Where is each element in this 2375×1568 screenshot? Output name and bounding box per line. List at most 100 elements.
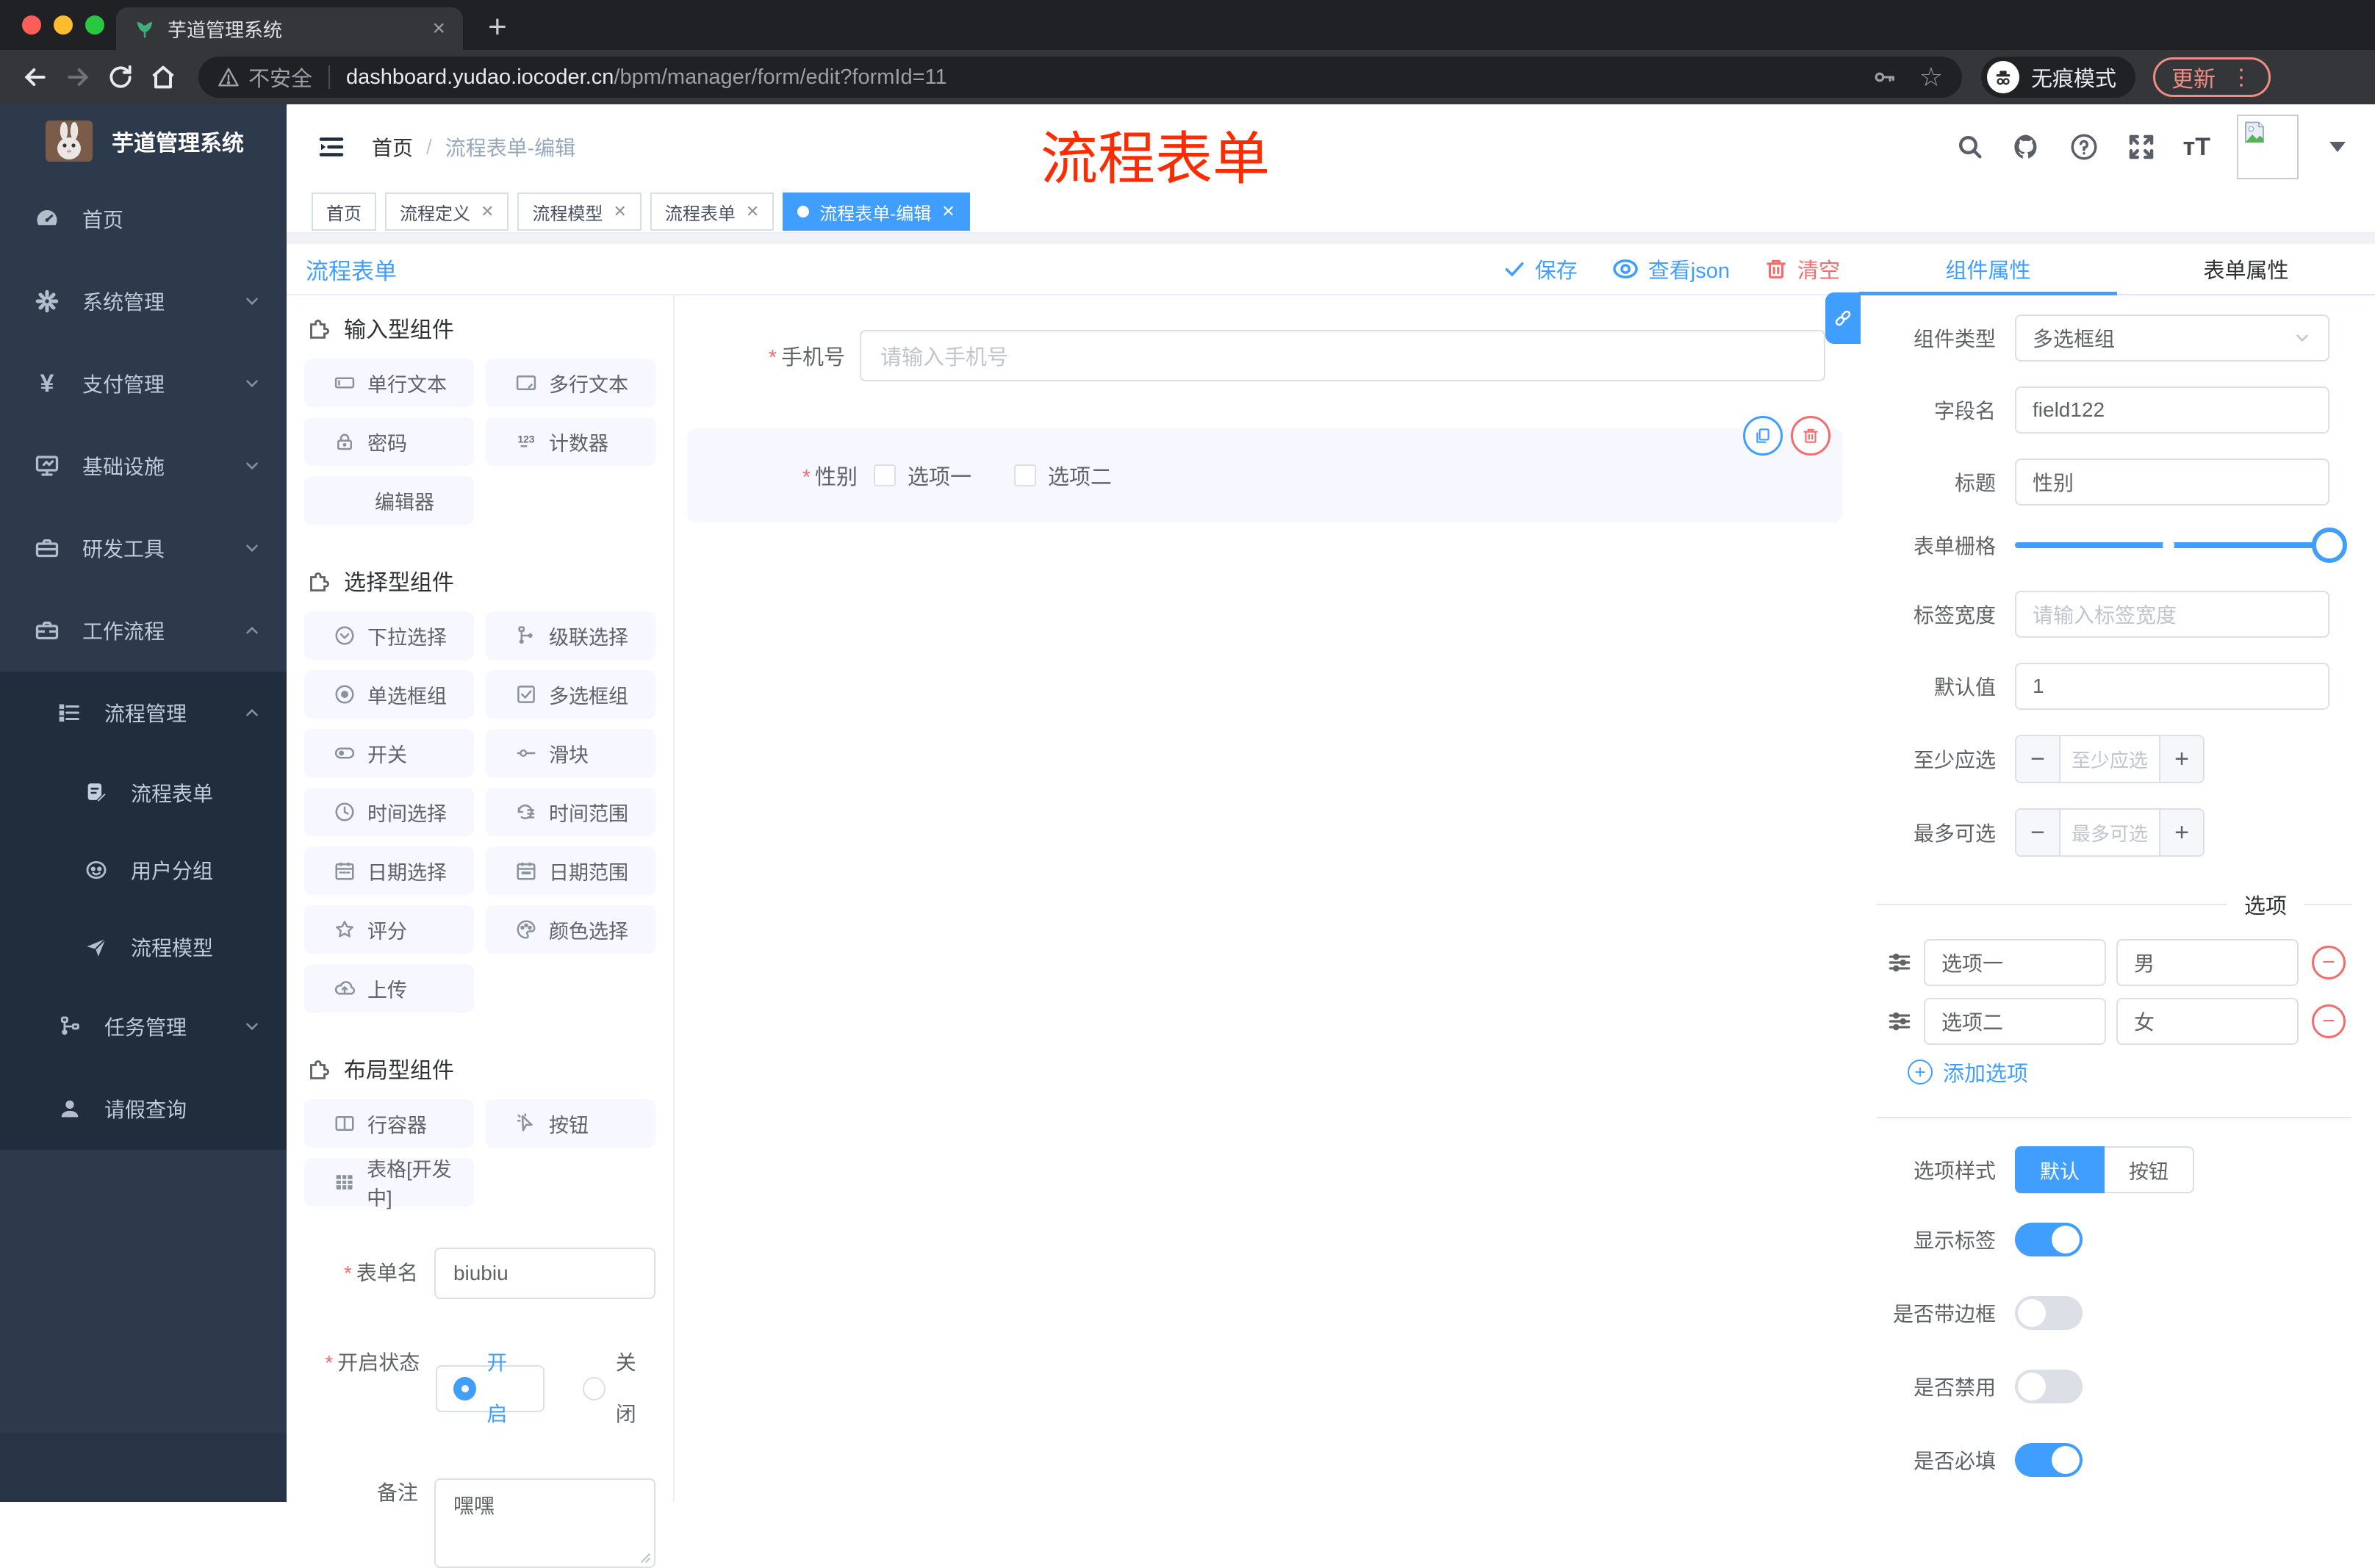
border-toggle[interactable] [2015, 1296, 2083, 1330]
component-switch[interactable]: 开关 [304, 729, 474, 777]
tag-process-model[interactable]: 流程模型 ✕ [517, 193, 642, 231]
form-name-input[interactable]: biubiu [434, 1248, 655, 1299]
sidebar-item-home[interactable]: 首页 [0, 178, 287, 260]
label-width-input[interactable]: 请输入标签宽度 [2015, 591, 2329, 638]
close-icon[interactable]: ✕ [613, 202, 626, 221]
field-name-input[interactable]: field122 [2015, 386, 2329, 434]
tag-process-definition[interactable]: 流程定义 ✕ [385, 193, 509, 231]
key-icon[interactable] [1872, 65, 1897, 90]
max-select-value[interactable]: 最多可选 [2060, 810, 2159, 855]
home-icon[interactable] [147, 61, 179, 93]
component-counter[interactable]: 123 计数器 [486, 417, 655, 466]
sidebar-item-task-mgmt[interactable]: 任务管理 [0, 985, 287, 1068]
bookmark-star-icon[interactable]: ☆ [1919, 64, 1943, 90]
component-upload[interactable]: 上传 [304, 964, 474, 1013]
component-time-picker[interactable]: 时间选择 [304, 788, 474, 836]
address-bar[interactable]: 不安全 dashboard.yudao.iocoder.cn/bpm/manag… [198, 57, 1962, 98]
sidebar-item-workflow[interactable]: 工作流程 [0, 589, 287, 672]
status-radio-off[interactable]: 关闭 [582, 1337, 655, 1440]
title-input[interactable]: 性别 [2015, 458, 2329, 506]
default-value-input[interactable]: 1 [2015, 663, 2329, 710]
drag-handle-icon[interactable] [1886, 949, 1914, 977]
github-icon[interactable] [2011, 132, 2042, 162]
copy-component-button[interactable] [1743, 416, 1783, 456]
form-remark-textarea[interactable]: 嘿嘿 [434, 1478, 655, 1568]
window-controls[interactable] [22, 15, 104, 35]
clear-button[interactable]: 清空 [1764, 253, 1840, 284]
component-radio-group[interactable]: 单选框组 [304, 670, 474, 719]
close-window-button[interactable] [22, 15, 41, 35]
sidebar-item-devtools[interactable]: 研发工具 [0, 507, 287, 589]
slider-handle[interactable] [2312, 528, 2347, 563]
sidebar-item-system[interactable]: 系统管理 [0, 260, 287, 342]
component-slider[interactable]: 滑块 [486, 729, 655, 777]
minimize-window-button[interactable] [54, 15, 73, 35]
sidebar-item-infra[interactable]: 基础设施 [0, 425, 287, 507]
resize-grip-icon[interactable] [638, 1550, 651, 1564]
reload-icon[interactable] [104, 61, 137, 93]
delete-component-button[interactable] [1791, 416, 1830, 456]
field-gender-selected[interactable]: * 性别 选项一 选项二 [687, 416, 1842, 522]
component-date-range[interactable]: 日期范围 [486, 846, 655, 895]
decrease-button[interactable]: − [2016, 810, 2060, 855]
sidebar-item-leave-query[interactable]: 请假查询 [0, 1068, 287, 1150]
browser-update-button[interactable]: 更新 ⋮ [2153, 57, 2271, 97]
remove-option-button[interactable]: − [2312, 1004, 2346, 1038]
component-button[interactable]: 按钮 [486, 1099, 655, 1148]
drag-handle-icon[interactable] [1886, 1007, 1914, 1035]
form-grid-slider[interactable] [2015, 528, 2347, 563]
remove-option-button[interactable]: − [2312, 946, 2346, 979]
component-password[interactable]: 密码 [304, 417, 474, 466]
search-icon[interactable] [1955, 132, 1985, 162]
checkbox[interactable] [874, 464, 896, 486]
save-button[interactable]: 保存 [1503, 253, 1578, 284]
add-option-button[interactable]: + 添加选项 [1908, 1057, 2351, 1087]
browser-tab[interactable]: 芋道管理系统 × [116, 7, 463, 50]
tab-form-props[interactable]: 表单属性 [2117, 244, 2375, 294]
field-phone[interactable]: * 手机号 请输入手机号 [675, 330, 1859, 381]
sidebar-item-payment[interactable]: ¥ 支付管理 [0, 342, 287, 425]
font-size-icon[interactable]: ᴛT [2183, 133, 2210, 162]
close-icon[interactable]: ✕ [941, 202, 955, 221]
option-value-input[interactable]: 女 [2116, 998, 2299, 1045]
min-select-stepper[interactable]: − 至少应选 + [2015, 735, 2205, 783]
component-rate[interactable]: 评分 [304, 905, 474, 954]
max-select-stepper[interactable]: − 最多可选 + [2015, 808, 2205, 857]
breadcrumb-home[interactable]: 首页 [372, 132, 413, 162]
close-tab-icon[interactable]: × [432, 16, 445, 41]
sidebar-item-user-group[interactable]: 用户分组 [0, 831, 287, 908]
style-default-button[interactable]: 默认 [2015, 1146, 2105, 1193]
style-button-button[interactable]: 按钮 [2105, 1146, 2194, 1193]
disabled-toggle[interactable] [2015, 1370, 2083, 1403]
browser-menu-icon[interactable]: ⋮ [2230, 65, 2252, 90]
show-label-toggle[interactable] [2015, 1223, 2083, 1256]
component-checkbox-group[interactable]: 多选框组 [486, 670, 655, 719]
increase-button[interactable]: + [2159, 736, 2203, 782]
increase-button[interactable]: + [2159, 810, 2203, 855]
component-type-select[interactable]: 多选框组 [2015, 314, 2329, 362]
component-editor[interactable]: 编辑器 [304, 476, 474, 525]
phone-input[interactable]: 请输入手机号 [860, 330, 1825, 381]
view-json-button[interactable]: 查看json [1612, 253, 1730, 284]
checkbox[interactable] [1014, 464, 1037, 486]
component-table-dev[interactable]: 表格[开发中] [304, 1158, 474, 1209]
option-label-input[interactable]: 选项一 [1924, 939, 2106, 986]
tag-process-form[interactable]: 流程表单 ✕ [650, 193, 775, 231]
sidebar-item-process-model[interactable]: 流程模型 [0, 908, 287, 985]
sidebar-collapse-icon[interactable] [316, 132, 347, 162]
forward-icon[interactable] [62, 61, 94, 93]
link-drag-tab[interactable] [1825, 292, 1861, 344]
tab-component-props[interactable]: 组件属性 [1859, 244, 2117, 294]
close-icon[interactable]: ✕ [481, 202, 494, 221]
sidebar-item-process-mgmt[interactable]: 流程管理 [0, 672, 287, 754]
status-radio-on[interactable]: 开启 [436, 1351, 545, 1425]
fullscreen-icon[interactable] [2126, 132, 2157, 162]
gender-option2-checkbox[interactable]: 选项二 [1014, 460, 1112, 491]
min-select-value[interactable]: 至少应选 [2060, 736, 2159, 782]
help-icon[interactable] [2069, 132, 2099, 162]
avatar[interactable] [2237, 115, 2299, 179]
component-multi-text[interactable]: 多行文本 [486, 359, 655, 407]
component-cascader[interactable]: 级联选择 [486, 611, 655, 660]
component-color-picker[interactable]: 颜色选择 [486, 905, 655, 954]
tag-process-form-edit[interactable]: 流程表单-编辑 ✕ [783, 193, 970, 231]
